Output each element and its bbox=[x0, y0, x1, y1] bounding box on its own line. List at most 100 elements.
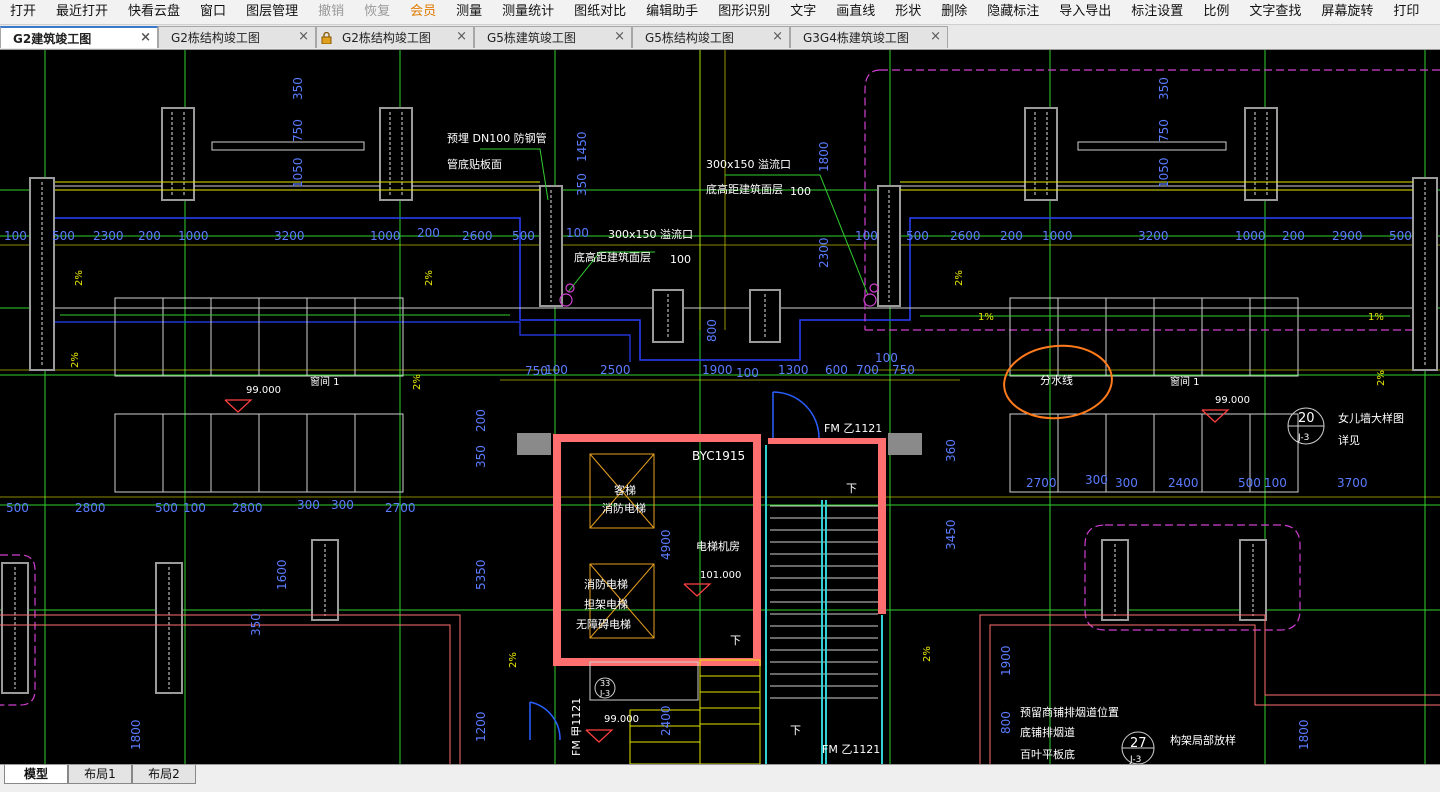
label-detail-ref: J-3 bbox=[1129, 755, 1141, 764]
label-machine-room: 电梯机房 bbox=[696, 539, 740, 553]
label-elevator2b: 担架电梯 bbox=[584, 597, 628, 611]
dim-vert-9: 1050 bbox=[1157, 157, 1171, 188]
menu-item-4[interactable]: 图层管理 bbox=[236, 0, 308, 24]
dim-mid-3: 1900 bbox=[702, 363, 733, 377]
dim-top-right-5: 3200 bbox=[1138, 229, 1169, 243]
label-slope-c: 2% bbox=[70, 352, 81, 368]
dim-misc-0: 200 bbox=[474, 409, 488, 432]
dim-top-left-7: 200 bbox=[417, 226, 440, 240]
layout-tab-bar: 模型 布局1 布局2 bbox=[0, 764, 1440, 792]
menu-item-22[interactable]: 屏幕旋转 bbox=[1311, 0, 1383, 24]
menu-item-13[interactable]: 文字 bbox=[780, 0, 826, 24]
dim-row-right-2: 300 bbox=[1115, 476, 1138, 490]
label-slope-h: 2% bbox=[922, 646, 933, 662]
dim-misc-10: 1200 bbox=[474, 711, 488, 742]
dim-mid-2: 2500 bbox=[600, 363, 631, 377]
dim-row-right-5: 100 bbox=[1264, 476, 1287, 490]
layout-tab-layout1[interactable]: 布局1 bbox=[68, 765, 132, 784]
layout-tab-model[interactable]: 模型 bbox=[4, 765, 68, 784]
dim-misc-11: 1800 bbox=[129, 719, 143, 750]
document-tab-label: G5栋结构竣工图 bbox=[645, 31, 734, 45]
menu-item-18[interactable]: 导入导出 bbox=[1049, 0, 1121, 24]
menu-item-1[interactable]: 最近打开 bbox=[46, 0, 118, 24]
document-tab-4[interactable]: G5栋结构竣工图 × bbox=[632, 26, 790, 48]
close-icon[interactable]: × bbox=[456, 29, 467, 44]
document-tab-0[interactable]: G2建筑竣工图 × bbox=[0, 26, 158, 48]
dim-row-right-3: 2400 bbox=[1168, 476, 1199, 490]
dim-top-left-0: 100 bbox=[4, 229, 27, 243]
document-tab-1[interactable]: G2栋结构竣工图 × bbox=[158, 26, 316, 48]
menu-item-14[interactable]: 画直线 bbox=[826, 0, 885, 24]
menu-item-23[interactable]: 打印 bbox=[1383, 0, 1429, 24]
dimension-extension-lines bbox=[0, 50, 1440, 498]
dim-vert-0: 350 bbox=[291, 77, 305, 100]
dim-vert-3: 350 bbox=[575, 173, 589, 196]
dim-row-right-0: 2700 bbox=[1026, 476, 1057, 490]
annotation-labels: 预埋 DN100 防钢管 管底贴板面 300x150 溢流口 底高距建筑面层 1… bbox=[447, 131, 1404, 765]
menu-item-3[interactable]: 窗口 bbox=[190, 0, 236, 24]
menu-item-6[interactable]: 恢复 bbox=[354, 0, 400, 24]
menu-bar: 打开 最近打开 快看云盘 窗口 图层管理 撤销 恢复 会员 测量 测量统计 图纸对比 编辑助手 图形识别… bbox=[0, 0, 1440, 25]
label-slope1: 1% bbox=[978, 312, 994, 323]
menu-item-19[interactable]: 标注设置 bbox=[1121, 0, 1193, 24]
dim-mid-4: 100 bbox=[736, 366, 759, 380]
dim-top-right-8: 2900 bbox=[1332, 229, 1363, 243]
menu-item-16[interactable]: 删除 bbox=[931, 0, 977, 24]
dim-row-left-5: 300 bbox=[297, 498, 320, 512]
menu-item-17[interactable]: 隐藏标注 bbox=[977, 0, 1049, 24]
close-icon[interactable]: × bbox=[930, 29, 941, 44]
column-grey-2 bbox=[888, 433, 922, 455]
label-overflow-val: 100 bbox=[790, 185, 811, 198]
document-tab-3[interactable]: G5栋建筑竣工图 × bbox=[474, 26, 632, 48]
label-elevator1: 客梯 bbox=[614, 483, 636, 497]
dim-row-right-1: 300 bbox=[1085, 473, 1108, 487]
label-elevator2: 消防电梯 bbox=[584, 577, 628, 591]
close-icon[interactable]: × bbox=[298, 29, 309, 44]
menu-item-15[interactable]: 形状 bbox=[885, 0, 931, 24]
dim-row-right-6: 3700 bbox=[1337, 476, 1368, 490]
label-parapet1: 女儿墙大样图 bbox=[1338, 411, 1404, 425]
close-icon[interactable]: × bbox=[614, 29, 625, 44]
label-slope-b: 2% bbox=[424, 270, 435, 286]
dim-top-right-4: 1000 bbox=[1042, 229, 1073, 243]
dim-misc-13: 1800 bbox=[1297, 719, 1311, 750]
menu-item-7[interactable]: 会员 bbox=[400, 0, 446, 24]
dim-mid-7: 700 bbox=[856, 363, 879, 377]
dim-misc-2: 360 bbox=[944, 439, 958, 462]
menu-item-8[interactable]: 测量 bbox=[446, 0, 492, 24]
document-tab-bar: G2建筑竣工图 × G2栋结构竣工图 × G2栋结构竣工图 × G5栋建筑竣工图 × G5栋结构… bbox=[0, 25, 1440, 50]
label-fenshuixian: 分水线 bbox=[1040, 373, 1073, 387]
menu-item-12[interactable]: 图形识别 bbox=[708, 0, 780, 24]
dim-vert-1: 750 bbox=[291, 119, 305, 142]
label-flue3: 百叶平板底 bbox=[1020, 747, 1075, 761]
label-fm3: FM 甲1121 bbox=[570, 698, 583, 756]
close-icon[interactable]: × bbox=[140, 30, 151, 45]
layout-tab-layout2[interactable]: 布局2 bbox=[132, 765, 196, 784]
document-tab-5[interactable]: G3G4栋建筑竣工图 × bbox=[790, 26, 948, 48]
close-icon[interactable]: × bbox=[772, 29, 783, 44]
stair-treads bbox=[770, 505, 878, 699]
menu-item-21[interactable]: 文字查找 bbox=[1239, 0, 1311, 24]
label-overflow1: 300x150 溢流口 bbox=[706, 157, 791, 171]
label-small-ref: J-3 bbox=[599, 689, 610, 698]
document-tab-2[interactable]: G2栋结构竣工图 × bbox=[316, 26, 474, 48]
dim-vert-4: 1450 bbox=[575, 131, 589, 162]
menu-item-11[interactable]: 编辑助手 bbox=[636, 0, 708, 24]
dim-misc-7: 350 bbox=[249, 613, 263, 636]
dim-misc-5: 3450 bbox=[944, 519, 958, 550]
label-overflow-val2: 100 bbox=[670, 253, 691, 266]
dim-row-right-4: 500 bbox=[1238, 476, 1261, 490]
menu-item-5[interactable]: 撤销 bbox=[308, 0, 354, 24]
menu-item-9[interactable]: 测量统计 bbox=[492, 0, 564, 24]
label-elev4: 99.000 bbox=[604, 714, 639, 725]
dim-vert-8: 750 bbox=[1157, 119, 1171, 142]
dim-top-right-3: 200 bbox=[1000, 229, 1023, 243]
label-overflow2: 底高距建筑面层 bbox=[706, 182, 783, 196]
dim-top-left-5: 3200 bbox=[274, 229, 305, 243]
menu-item-2[interactable]: 快看云盘 bbox=[118, 0, 190, 24]
menu-item-10[interactable]: 图纸对比 bbox=[564, 0, 636, 24]
menu-item-0[interactable]: 打开 bbox=[0, 0, 46, 24]
cad-drawing-canvas[interactable]: 100 500 2300 200 1000 3200 1000 200 2600… bbox=[0, 50, 1440, 765]
menu-item-20[interactable]: 比例 bbox=[1193, 0, 1239, 24]
label-slope2: 1% bbox=[1368, 312, 1384, 323]
